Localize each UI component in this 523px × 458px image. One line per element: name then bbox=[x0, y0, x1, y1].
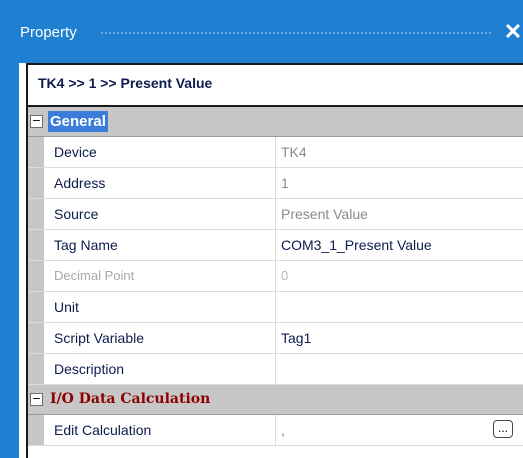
title-bar[interactable]: Property ✕ bbox=[0, 0, 523, 63]
property-row-source[interactable]: Source Present Value bbox=[28, 199, 523, 230]
title-grip[interactable] bbox=[100, 31, 492, 36]
property-grid: − General Device TK4 Address 1 Source Pr… bbox=[28, 107, 523, 446]
category-general[interactable]: − General bbox=[28, 107, 523, 137]
property-row-device[interactable]: Device TK4 bbox=[28, 137, 523, 168]
property-row-decimal-point: Decimal Point 0 bbox=[28, 261, 523, 292]
row-gutter bbox=[28, 415, 44, 445]
property-name: Description bbox=[44, 354, 276, 384]
ellipsis-button[interactable]: ... bbox=[493, 420, 513, 438]
category-label[interactable]: I/O Data Calculation bbox=[50, 389, 210, 410]
property-name: Script Variable bbox=[44, 323, 276, 353]
breadcrumb-bar: TK4 >> 1 >> Present Value bbox=[28, 63, 523, 107]
property-row-description[interactable]: Description bbox=[28, 354, 523, 385]
property-value[interactable]: 1 bbox=[277, 168, 523, 198]
property-value[interactable]: , bbox=[277, 415, 523, 445]
collapse-icon[interactable]: − bbox=[30, 393, 43, 406]
row-gutter bbox=[28, 230, 44, 260]
close-icon[interactable]: ✕ bbox=[503, 18, 523, 46]
property-name: Tag Name bbox=[44, 230, 276, 260]
property-value[interactable] bbox=[277, 354, 523, 384]
property-name: Source bbox=[44, 199, 276, 229]
row-gutter bbox=[28, 168, 44, 198]
property-value[interactable] bbox=[277, 292, 523, 322]
property-value[interactable]: Tag1 bbox=[277, 323, 523, 353]
window-title: Property bbox=[20, 24, 77, 41]
row-gutter bbox=[28, 199, 44, 229]
property-name: Address bbox=[44, 168, 276, 198]
property-row-address[interactable]: Address 1 bbox=[28, 168, 523, 199]
row-gutter bbox=[28, 323, 44, 353]
left-border bbox=[0, 63, 19, 458]
category-label[interactable]: General bbox=[48, 111, 108, 132]
breadcrumb: TK4 >> 1 >> Present Value bbox=[38, 75, 213, 91]
row-gutter bbox=[28, 354, 44, 384]
property-row-script-variable[interactable]: Script Variable Tag1 bbox=[28, 323, 523, 354]
property-name: Unit bbox=[44, 292, 276, 322]
collapse-icon[interactable]: − bbox=[30, 115, 43, 128]
property-panel: Property ✕ TK4 >> 1 >> Present Value − G… bbox=[0, 0, 523, 458]
property-value[interactable]: Present Value bbox=[277, 199, 523, 229]
property-row-edit-calculation[interactable]: Edit Calculation , ... bbox=[28, 415, 523, 446]
property-name: Edit Calculation bbox=[44, 415, 276, 445]
row-gutter bbox=[28, 261, 44, 291]
property-value[interactable]: TK4 bbox=[277, 137, 523, 167]
property-name: Device bbox=[44, 137, 276, 167]
row-gutter bbox=[28, 292, 44, 322]
category-io-data-calculation[interactable]: − I/O Data Calculation bbox=[28, 385, 523, 415]
property-value: 0 bbox=[281, 268, 289, 283]
property-value[interactable]: COM3_1_Present Value bbox=[277, 230, 523, 260]
property-name: Decimal Point bbox=[44, 261, 276, 291]
row-gutter bbox=[28, 137, 44, 167]
property-row-tag-name[interactable]: Tag Name COM3_1_Present Value bbox=[28, 230, 523, 261]
property-row-unit[interactable]: Unit bbox=[28, 292, 523, 323]
